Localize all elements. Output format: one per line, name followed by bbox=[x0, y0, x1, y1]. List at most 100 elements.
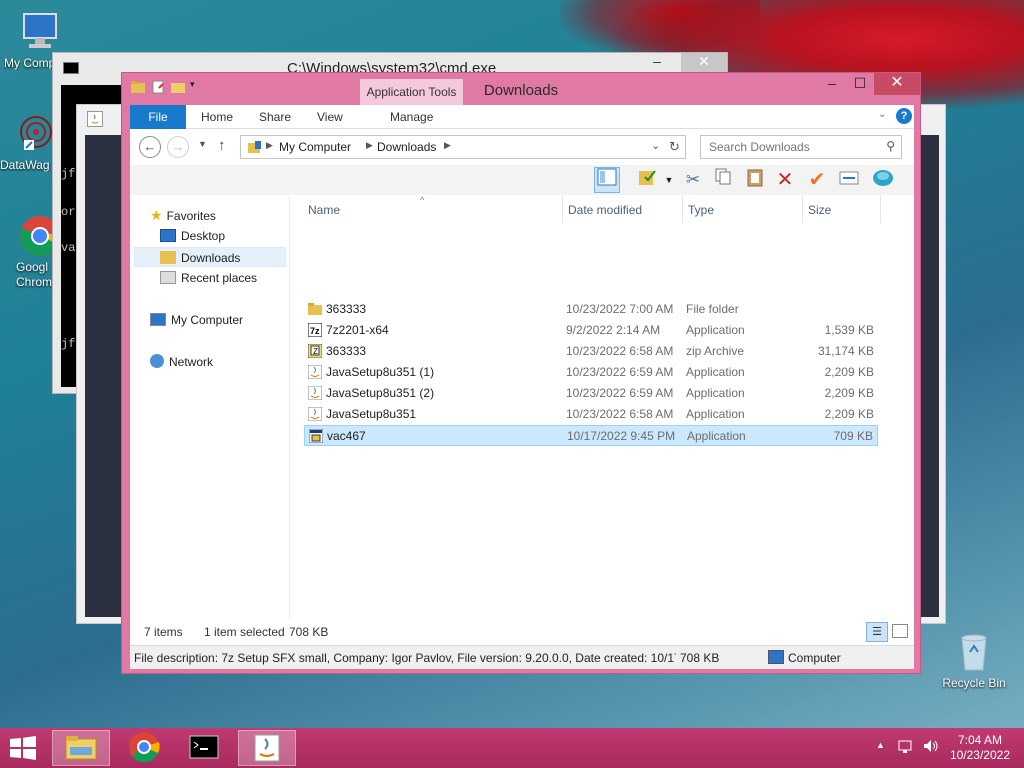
column-divider bbox=[562, 195, 563, 223]
nav-recent-places[interactable]: Recent places bbox=[160, 268, 257, 288]
console-line: jf bbox=[61, 167, 76, 181]
file-row[interactable]: JavaSetup8u351 10/23/2022 6:58 AM Applic… bbox=[304, 404, 878, 425]
file-row[interactable]: JavaSetup8u351 (1) 10/23/2022 6:59 AM Ap… bbox=[304, 362, 878, 383]
paste-icon[interactable] bbox=[742, 167, 768, 193]
delete-icon[interactable]: ✕ bbox=[772, 167, 798, 193]
nav-label: My Computer bbox=[171, 313, 244, 327]
chevron-down-icon[interactable]: ⌄ bbox=[651, 139, 660, 152]
nav-label: Downloads bbox=[181, 251, 241, 265]
select-icon[interactable] bbox=[836, 167, 862, 193]
cut-icon[interactable]: ✂ bbox=[680, 167, 706, 193]
file-type: Application bbox=[686, 365, 745, 379]
folder-icon bbox=[308, 303, 322, 315]
help-icon[interactable]: ? bbox=[896, 108, 912, 124]
column-header-type[interactable]: Type bbox=[688, 203, 714, 217]
content-area: ★ Favorites Desktop Downloads Recent plac… bbox=[130, 195, 914, 645]
chevron-down-icon[interactable]: ▼ bbox=[656, 167, 682, 193]
search-icon[interactable]: ⚲ bbox=[886, 139, 895, 153]
nav-network[interactable]: Network bbox=[150, 352, 213, 372]
file-name: 363333 bbox=[326, 302, 367, 316]
large-icons-view-icon[interactable] bbox=[892, 624, 908, 638]
network-tray-icon[interactable] bbox=[898, 738, 914, 757]
rename-check-icon[interactable]: ✔ bbox=[804, 167, 830, 193]
chevron-right-icon[interactable]: ▶ bbox=[444, 140, 451, 151]
java-setup-icon bbox=[308, 386, 322, 400]
recent-places-icon bbox=[160, 271, 176, 284]
file-row[interactable]: JavaSetup8u351 (2) 10/23/2022 6:59 AM Ap… bbox=[304, 383, 878, 404]
explorer-window[interactable]: ▾ Application Tools Downloads – ☐ ✕ File… bbox=[121, 72, 921, 674]
caption-buttons: – ☐ ✕ bbox=[818, 73, 920, 95]
cmd-close-button[interactable]: ✕ bbox=[681, 53, 727, 73]
volume-icon[interactable] bbox=[922, 738, 940, 757]
computer-icon bbox=[18, 10, 62, 54]
start-button[interactable] bbox=[8, 736, 38, 763]
recent-locations-icon[interactable]: ▼ bbox=[198, 139, 207, 149]
nav-desktop[interactable]: Desktop bbox=[160, 226, 225, 246]
column-header-date[interactable]: Date modified bbox=[568, 203, 642, 217]
clock-time: 7:04 AM bbox=[957, 733, 1002, 747]
nav-my-computer[interactable]: My Computer bbox=[150, 310, 243, 330]
file-description: File description: 7z Setup SFX small, Co… bbox=[134, 651, 676, 665]
file-size-detail: 708 KB bbox=[680, 651, 720, 665]
star-icon: ★ bbox=[150, 207, 163, 223]
cmd-minimize-button[interactable]: – bbox=[633, 53, 681, 73]
file-name: JavaSetup8u351 (2) bbox=[326, 386, 435, 400]
chevron-right-icon[interactable]: ▶ bbox=[266, 140, 273, 151]
search-input[interactable] bbox=[701, 136, 877, 158]
shell-icon[interactable] bbox=[870, 167, 896, 193]
taskbar-chrome[interactable] bbox=[116, 730, 174, 766]
chevron-down-icon[interactable]: ⌄ bbox=[878, 109, 886, 120]
close-button[interactable]: ✕ bbox=[874, 73, 920, 95]
console-line: jf bbox=[61, 337, 76, 351]
file-row[interactable]: 363333 10/23/2022 7:00 AM File folder bbox=[304, 299, 878, 320]
copy-icon[interactable] bbox=[710, 167, 736, 193]
sort-arrow-icon: ^ bbox=[420, 195, 425, 205]
maximize-button[interactable]: ☐ bbox=[846, 73, 874, 95]
preview-pane-icon[interactable] bbox=[594, 167, 620, 193]
selection-size: 708 KB bbox=[289, 625, 329, 639]
7zip-icon: 7z bbox=[308, 323, 322, 337]
tab-view[interactable]: View bbox=[317, 110, 343, 124]
ribbon-tabs: File Home Share View Manage ⌄ ? bbox=[130, 105, 914, 129]
taskbar-file-explorer[interactable] bbox=[52, 730, 110, 766]
nav-label: Desktop bbox=[181, 229, 226, 243]
details-view-icon[interactable]: ☰ bbox=[866, 622, 888, 642]
chevron-right-icon[interactable]: ▶ bbox=[366, 140, 373, 151]
file-date: 10/23/2022 7:00 AM bbox=[566, 302, 674, 316]
up-button[interactable]: ↑ bbox=[218, 137, 226, 154]
file-row-selected[interactable]: vac467 10/17/2022 9:45 PM Application 70… bbox=[304, 425, 878, 446]
minimize-button[interactable]: – bbox=[818, 73, 846, 95]
column-header-size[interactable]: Size bbox=[808, 203, 831, 217]
file-row[interactable]: Z 363333 10/23/2022 6:58 AM zip Archive … bbox=[304, 341, 878, 362]
system-clock[interactable]: 7:04 AM 10/23/2022 bbox=[950, 733, 1010, 763]
selection-count: 1 item selected bbox=[204, 625, 285, 639]
explorer-titlebar[interactable]: ▾ Application Tools Downloads – ☐ ✕ bbox=[122, 73, 920, 105]
file-size: 2,209 KB bbox=[824, 386, 874, 400]
show-hidden-icons-icon[interactable]: ▲ bbox=[876, 740, 885, 750]
breadcrumb-item[interactable]: Downloads bbox=[377, 140, 436, 154]
java-setup-icon bbox=[308, 407, 322, 421]
taskbar-cmd[interactable] bbox=[176, 730, 234, 766]
tab-share[interactable]: Share bbox=[259, 110, 291, 124]
refresh-icon[interactable]: ↻ bbox=[669, 139, 680, 155]
tab-home[interactable]: Home bbox=[201, 110, 233, 124]
svg-text:Z: Z bbox=[313, 347, 318, 356]
tab-manage[interactable]: Manage bbox=[390, 110, 433, 124]
file-name: JavaSetup8u351 bbox=[326, 407, 417, 421]
file-row[interactable]: 7z 7z2201-x64 9/2/2022 2:14 AM Applicati… bbox=[304, 320, 878, 341]
forward-button[interactable]: → bbox=[167, 136, 189, 158]
folder-location-icon bbox=[247, 139, 263, 158]
address-bar[interactable]: ▶ My Computer ▶ Downloads ▶ ⌄ ↻ bbox=[240, 135, 686, 159]
column-header-name[interactable]: Name bbox=[308, 203, 340, 217]
taskbar-java[interactable] bbox=[238, 730, 296, 766]
taskbar: ▲ 7:04 AM 10/23/2022 bbox=[0, 728, 1024, 768]
tab-file[interactable]: File bbox=[130, 105, 186, 129]
desktop-icon-recycle-bin[interactable]: Recycle Bin bbox=[938, 630, 1010, 690]
desktop-icon-label: DataWag bbox=[0, 158, 50, 172]
file-explorer-icon bbox=[65, 736, 97, 760]
breadcrumb-item[interactable]: My Computer bbox=[279, 140, 351, 154]
recycle-bin-icon bbox=[952, 630, 996, 674]
nav-favorites[interactable]: ★ Favorites bbox=[150, 205, 216, 225]
nav-downloads[interactable]: Downloads bbox=[134, 247, 286, 267]
back-button[interactable]: ← bbox=[139, 136, 161, 158]
